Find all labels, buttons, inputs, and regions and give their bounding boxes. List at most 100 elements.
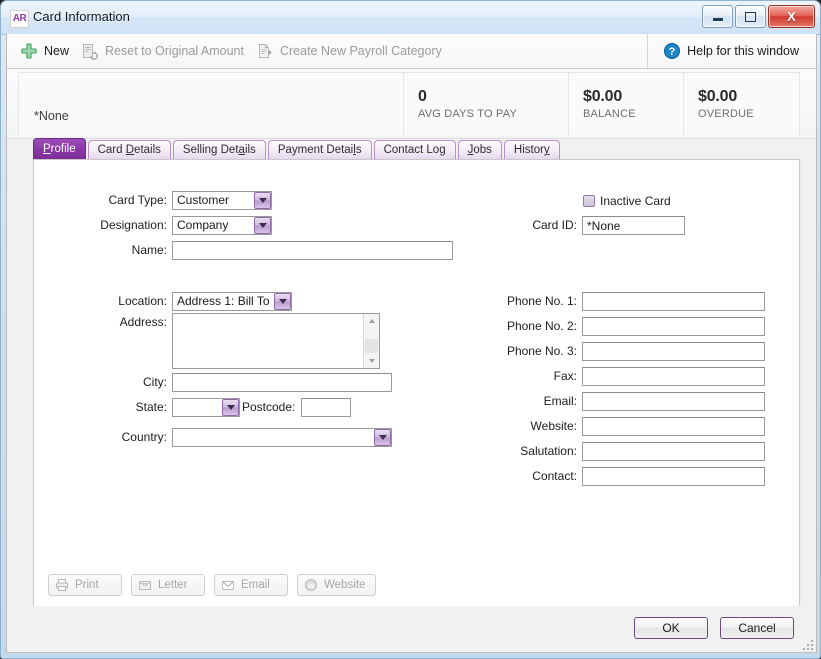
toolbar: New Reset to Original Amount Create New … bbox=[7, 34, 816, 69]
contact-input[interactable] bbox=[582, 467, 765, 486]
tab-strip: Profile Card Details Selling Details Pay… bbox=[7, 138, 816, 159]
postcode-label-wrap: Postcode: bbox=[242, 400, 295, 414]
chevron-down-icon[interactable] bbox=[254, 192, 271, 209]
address-label: Address: bbox=[119, 315, 167, 329]
postcode-input[interactable] bbox=[301, 398, 351, 417]
fax-label-wrap: Fax: bbox=[424, 369, 577, 383]
email-button[interactable]: Email bbox=[214, 574, 288, 596]
tab-selling-details[interactable]: Selling Details bbox=[172, 140, 266, 159]
tab-contact-log[interactable]: Contact Log bbox=[373, 140, 456, 159]
tab-profile-label-rest: rofile bbox=[50, 143, 76, 155]
city-input[interactable] bbox=[172, 373, 392, 392]
help-for-this-window-button[interactable]: ? Help for this window bbox=[660, 39, 808, 63]
scroll-down-icon[interactable] bbox=[364, 354, 379, 368]
designation-select[interactable]: Company bbox=[172, 216, 272, 235]
tab-jobs[interactable]: Jobs bbox=[457, 140, 502, 159]
website-label: Website: bbox=[530, 419, 577, 433]
chevron-down-icon[interactable] bbox=[274, 293, 291, 310]
state-select[interactable] bbox=[172, 398, 240, 417]
record-action-buttons: Print Letter Email W Website bbox=[48, 574, 377, 596]
minimize-button[interactable] bbox=[702, 5, 733, 28]
salutation-input[interactable] bbox=[582, 442, 765, 461]
envelope-icon bbox=[222, 581, 234, 590]
card-id-input[interactable] bbox=[582, 216, 685, 235]
location-value: Address 1: Bill To bbox=[177, 294, 270, 308]
print-button-label: Print bbox=[75, 579, 99, 591]
stat-overdue-label: OVERDUE bbox=[698, 108, 754, 120]
card-name-value: *None bbox=[34, 109, 69, 123]
svg-text:?: ? bbox=[669, 46, 676, 58]
location-select[interactable]: Address 1: Bill To bbox=[172, 292, 292, 311]
new-document-icon bbox=[258, 44, 272, 58]
printer-icon bbox=[56, 579, 68, 591]
email-input[interactable] bbox=[582, 392, 765, 411]
stat-balance: $0.00 BALANCE bbox=[569, 73, 684, 135]
card-information-window: AR Card Information X New Reset to Origi… bbox=[0, 0, 821, 659]
inactive-card-checkbox-row[interactable]: Inactive Card bbox=[583, 194, 671, 208]
tab-card-details[interactable]: Card Details bbox=[87, 140, 171, 159]
fax-input[interactable] bbox=[582, 367, 765, 386]
toolbar-new-button[interactable]: New bbox=[17, 39, 78, 63]
close-button[interactable]: X bbox=[768, 5, 815, 28]
website-label-wrap: Website: bbox=[424, 419, 577, 433]
designation-label-wrap: Designation: bbox=[34, 218, 167, 232]
resize-grip[interactable] bbox=[801, 638, 813, 650]
fax-label: Fax: bbox=[553, 369, 577, 383]
scroll-up-icon[interactable] bbox=[364, 314, 379, 328]
chevron-down-icon[interactable] bbox=[222, 399, 239, 416]
phone3-label-wrap: Phone No. 3: bbox=[424, 344, 577, 358]
address-scrollbar[interactable] bbox=[363, 314, 379, 368]
phone1-input[interactable] bbox=[582, 292, 765, 311]
inactive-card-checkbox[interactable] bbox=[583, 195, 595, 207]
name-input[interactable] bbox=[172, 241, 453, 260]
phone3-input[interactable] bbox=[582, 342, 765, 361]
phone2-label-wrap: Phone No. 2: bbox=[424, 319, 577, 333]
client-area: New Reset to Original Amount Create New … bbox=[6, 34, 817, 653]
dialog-footer: OK Cancel bbox=[7, 606, 816, 652]
toolbar-right-group: ? Help for this window bbox=[647, 34, 808, 68]
ok-button[interactable]: OK bbox=[634, 617, 708, 639]
globe-icon: W bbox=[305, 579, 317, 591]
state-label: State: bbox=[135, 400, 167, 414]
stat-avg-days-to-pay: 0 AVG DAYS TO PAY bbox=[404, 73, 569, 135]
country-label-wrap: Country: bbox=[34, 430, 167, 444]
country-select[interactable] bbox=[172, 428, 392, 447]
plus-icon bbox=[21, 43, 37, 59]
address-textarea[interactable] bbox=[173, 314, 363, 368]
stat-balance-label: BALANCE bbox=[583, 108, 636, 120]
header-summary-inner: *None 0 AVG DAYS TO PAY $0.00 BALANCE $0… bbox=[18, 72, 800, 135]
cancel-button[interactable]: Cancel bbox=[720, 617, 794, 639]
scrollbar-thumb[interactable] bbox=[365, 339, 378, 353]
letter-button[interactable]: Letter bbox=[131, 574, 205, 596]
country-label: Country: bbox=[121, 430, 167, 444]
card-name-cell: *None bbox=[19, 73, 404, 135]
tab-payment-details[interactable]: Payment Details bbox=[267, 140, 372, 159]
salutation-label: Salutation: bbox=[520, 444, 577, 458]
address-field[interactable] bbox=[172, 313, 380, 369]
toolbar-create-payroll-category-button[interactable]: Create New Payroll Category bbox=[253, 39, 451, 63]
card-id-label-wrap: Card ID: bbox=[434, 218, 577, 232]
toolbar-reset-amount-button[interactable]: Reset to Original Amount bbox=[78, 39, 253, 63]
card-id-label: Card ID: bbox=[532, 218, 577, 232]
letter-icon bbox=[139, 581, 151, 590]
name-label: Name: bbox=[131, 243, 167, 257]
tab-profile[interactable]: Profile bbox=[33, 138, 86, 159]
header-summary-strip: *None 0 AVG DAYS TO PAY $0.00 BALANCE $0… bbox=[7, 69, 816, 139]
phone1-label: Phone No. 1: bbox=[506, 294, 577, 308]
contact-label-wrap: Contact: bbox=[424, 469, 577, 483]
chevron-down-icon[interactable] bbox=[374, 429, 391, 446]
print-button[interactable]: Print bbox=[48, 574, 122, 596]
email-button-label: Email bbox=[241, 579, 270, 591]
tab-history[interactable]: History bbox=[503, 140, 560, 159]
phone2-input[interactable] bbox=[582, 317, 765, 336]
card-type-select[interactable]: Customer bbox=[172, 191, 272, 210]
state-label-wrap: State: bbox=[34, 400, 167, 414]
maximize-icon bbox=[745, 11, 756, 22]
location-label-wrap: Location: bbox=[34, 294, 167, 308]
salutation-label-wrap: Salutation: bbox=[424, 444, 577, 458]
website-input[interactable] bbox=[582, 417, 765, 436]
maximize-button[interactable] bbox=[735, 5, 766, 28]
website-button[interactable]: W Website bbox=[297, 574, 377, 596]
chevron-down-icon[interactable] bbox=[254, 217, 271, 234]
scrollbar-track[interactable] bbox=[364, 328, 379, 354]
